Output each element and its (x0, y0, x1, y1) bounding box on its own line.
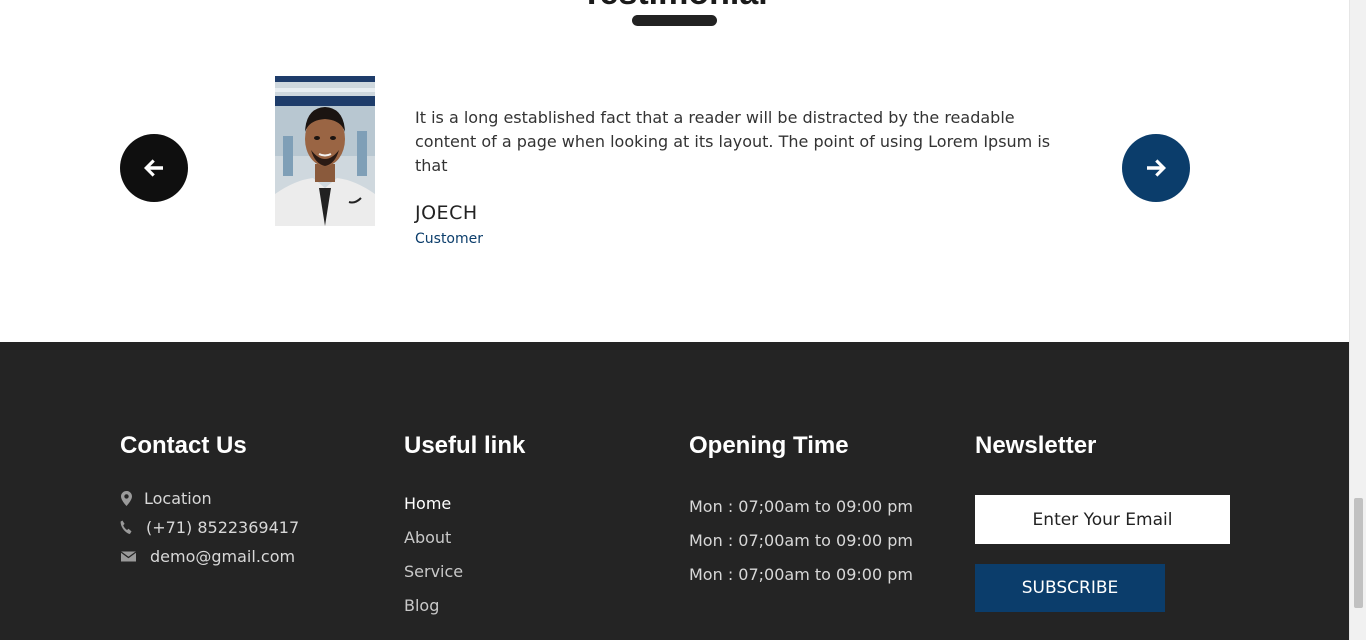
newsletter-email-input[interactable] (975, 495, 1230, 544)
links-title: Useful link (404, 432, 526, 459)
contact-title: Contact Us (120, 432, 247, 459)
scrollbar-thumb[interactable] (1354, 498, 1363, 608)
opening-title: Opening Time (689, 432, 849, 459)
arrow-left-icon (144, 159, 163, 177)
contact-location: Location (120, 489, 212, 508)
page-scrollbar[interactable] (1349, 0, 1366, 640)
testimonial-quote: It is a long established fact that a rea… (415, 108, 1051, 175)
newsletter-title: Newsletter (975, 432, 1097, 459)
contact-email-text: demo@gmail.com (150, 547, 296, 566)
title-underline (632, 15, 717, 26)
phone-icon (120, 520, 132, 535)
footer: Contact Us Location (+71) 8522369417 dem… (0, 342, 1349, 640)
customer-name: JOECH (415, 202, 478, 224)
footer-link-blog[interactable]: Blog (404, 596, 439, 615)
opening-hours-row: Mon : 07;00am to 09:00 pm (689, 531, 913, 550)
opening-hours-row: Mon : 07;00am to 09:00 pm (689, 497, 913, 516)
contact-phone-text: (+71) 8522369417 (146, 518, 300, 537)
footer-link-service[interactable]: Service (404, 562, 463, 581)
testimonial-section: Testimonial It is a long establish (0, 0, 1349, 342)
contact-location-text: Location (144, 489, 212, 508)
arrow-right-icon (1147, 159, 1166, 177)
section-title: Testimonial (0, 0, 1349, 10)
location-pin-icon (120, 491, 132, 506)
footer-link-home[interactable]: Home (404, 494, 451, 513)
contact-phone[interactable]: (+71) 8522369417 (120, 518, 299, 537)
envelope-icon (120, 551, 136, 562)
prev-testimonial-button[interactable] (120, 134, 188, 202)
contact-email[interactable]: demo@gmail.com (120, 547, 295, 566)
subscribe-button[interactable]: SUBSCRIBE (975, 564, 1165, 612)
customer-role: Customer (415, 231, 484, 247)
footer-link-about[interactable]: About (404, 528, 451, 547)
next-testimonial-button[interactable] (1122, 134, 1190, 202)
customer-photo (275, 76, 375, 226)
opening-hours-row: Mon : 07;00am to 09:00 pm (689, 565, 913, 584)
